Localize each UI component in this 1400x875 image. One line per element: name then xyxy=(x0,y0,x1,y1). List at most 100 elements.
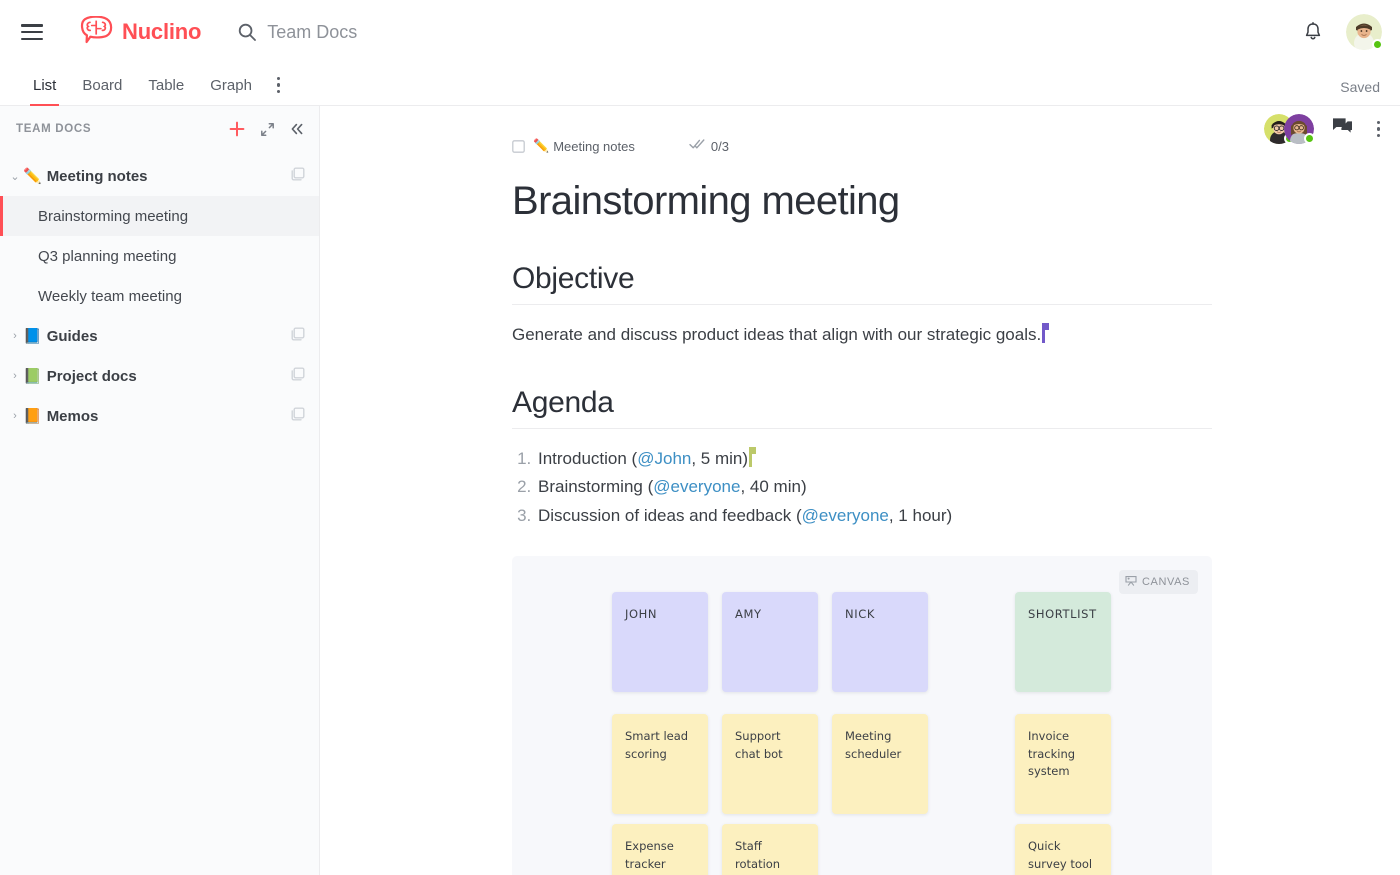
double-chevron-left-icon xyxy=(289,122,305,136)
sidebar-item-memos[interactable]: › 📙 Memos xyxy=(0,396,319,436)
mention-link[interactable]: @John xyxy=(637,449,691,468)
collaborator-cursor-green xyxy=(749,448,752,467)
sidebar-item-q3-planning-meeting[interactable]: Q3 planning meeting xyxy=(0,236,319,276)
nested-items-icon[interactable] xyxy=(291,167,305,186)
view-tab-bar: List Board Table Graph Saved xyxy=(0,64,1400,106)
blue-book-emoji-icon: 📘 xyxy=(23,329,42,344)
sidebar-actions xyxy=(228,120,305,138)
tab-graph[interactable]: Graph xyxy=(197,77,265,105)
agenda-text-prefix: Discussion of ideas and feedback ( xyxy=(538,506,802,525)
collapse-sidebar-button[interactable] xyxy=(289,122,305,136)
list-item[interactable]: Discussion of ideas and feedback (@every… xyxy=(536,502,1212,531)
view-more-button[interactable] xyxy=(265,77,293,106)
nuclino-brain-icon xyxy=(77,16,117,48)
sidebar-item-weekly-team-meeting[interactable]: Weekly team meeting xyxy=(0,276,319,316)
brand-name: Nuclino xyxy=(122,19,201,45)
sidebar-item-guides[interactable]: › 📘 Guides xyxy=(0,316,319,356)
page-title[interactable]: Brainstorming meeting xyxy=(512,178,1212,224)
bell-icon[interactable] xyxy=(1302,21,1324,43)
chevron-down-icon[interactable]: ⌄ xyxy=(8,170,22,183)
canvas-embed[interactable]: CANVAS JOHN AMY NICK SHORTLIST Smart lead sc… xyxy=(512,556,1212,875)
objective-paragraph[interactable]: Generate and discuss product ideas that … xyxy=(512,323,1045,348)
plus-icon xyxy=(228,120,246,138)
sidebar-title: TEAM DOCS xyxy=(16,123,228,135)
sticky-note[interactable]: SHORTLIST xyxy=(1015,592,1111,692)
mention-link[interactable]: @everyone xyxy=(802,506,889,525)
section-heading-agenda[interactable]: Agenda xyxy=(512,386,1212,429)
sticky-note[interactable]: Invoice tracking system xyxy=(1015,714,1111,814)
tab-table[interactable]: Table xyxy=(135,77,197,105)
task-progress-count: 0/3 xyxy=(711,139,729,154)
sidebar-item-label: Q3 planning meeting xyxy=(38,248,305,265)
chevron-right-icon[interactable]: › xyxy=(8,370,22,382)
green-book-emoji-icon: 📗 xyxy=(23,369,42,384)
top-bar: Nuclino Team Docs xyxy=(0,0,1400,64)
sticky-note-label: Quick survey tool xyxy=(1028,839,1092,870)
expand-icon xyxy=(260,122,275,137)
sticky-note-label: Staff rotation planner xyxy=(735,839,780,875)
sidebar-item-project-docs[interactable]: › 📗 Project docs xyxy=(0,356,319,396)
sticky-note[interactable]: NICK xyxy=(832,592,928,692)
task-progress[interactable]: 0/3 xyxy=(689,137,729,155)
sidebar-item-label: Weekly team meeting xyxy=(38,288,305,305)
agenda-list: Introduction (@John, 5 min) Brainstormin… xyxy=(512,445,1212,531)
agenda-text-suffix: , 1 hour) xyxy=(889,506,952,525)
collaborator-cursor-purple xyxy=(1042,324,1045,343)
list-item[interactable]: Brainstorming (@everyone, 40 min) xyxy=(536,473,1212,502)
sticky-note[interactable]: Smart lead scoring xyxy=(612,714,708,814)
list-item[interactable]: Introduction (@John, 5 min) xyxy=(536,445,1212,474)
kebab-menu-icon xyxy=(277,77,281,94)
save-status: Saved xyxy=(1340,79,1380,95)
nested-items-icon[interactable] xyxy=(291,407,305,426)
sticky-note[interactable]: Support chat bot xyxy=(722,714,818,814)
hamburger-menu-icon[interactable] xyxy=(21,24,43,40)
sticky-note-label: Expense tracker xyxy=(625,839,674,870)
double-check-icon xyxy=(689,137,705,155)
agenda-text-prefix: Brainstorming ( xyxy=(538,477,653,496)
nested-items-icon[interactable] xyxy=(291,327,305,346)
sticky-note-label: Invoice tracking system xyxy=(1028,729,1075,778)
document-content: ✏️ Meeting notes 0/3 Brainstorming meeti… xyxy=(512,106,1212,875)
orange-book-emoji-icon: 📙 xyxy=(23,409,42,424)
sidebar-item-label: Memos xyxy=(47,408,291,425)
mention-link[interactable]: @everyone xyxy=(653,477,740,496)
sticky-note[interactable]: Staff rotation planner xyxy=(722,824,818,875)
sticky-note-label: AMY xyxy=(735,607,762,621)
sticky-note-label: JOHN xyxy=(625,607,657,621)
add-item-button[interactable] xyxy=(228,120,246,138)
sidebar: TEAM DOCS ⌄ ✏️ xyxy=(0,106,320,875)
agenda-text-suffix: , 5 min) xyxy=(691,449,748,468)
brand-logo-link[interactable]: Nuclino xyxy=(77,16,201,48)
canvas-badge: CANVAS xyxy=(1119,570,1198,594)
sticky-note[interactable]: Quick survey tool xyxy=(1015,824,1111,875)
sidebar-item-label: Project docs xyxy=(47,368,291,385)
sidebar-header: TEAM DOCS xyxy=(0,106,319,152)
chevron-right-icon[interactable]: › xyxy=(8,410,22,422)
sticky-note-label: Meeting scheduler xyxy=(845,729,901,760)
view-tabs: List Board Table Graph xyxy=(20,77,292,106)
canvas-badge-label: CANVAS xyxy=(1142,576,1190,588)
tab-board[interactable]: Board xyxy=(69,77,135,105)
sticky-note-label: Support chat bot xyxy=(735,729,783,760)
document-item-icon[interactable] xyxy=(512,140,525,153)
document-area: ✏️ Meeting notes 0/3 Brainstorming meeti… xyxy=(320,106,1400,875)
search-icon xyxy=(237,22,257,42)
sticky-note-label: Smart lead scoring xyxy=(625,729,688,760)
agenda-text-suffix: , 40 min) xyxy=(740,477,806,496)
breadcrumb-parent-label[interactable]: Meeting notes xyxy=(553,139,635,154)
avatar[interactable] xyxy=(1346,14,1382,50)
search-input[interactable]: Team Docs xyxy=(237,22,357,43)
sidebar-item-brainstorming-meeting[interactable]: Brainstorming meeting xyxy=(0,196,319,236)
nested-items-icon[interactable] xyxy=(291,367,305,386)
sticky-note[interactable]: AMY xyxy=(722,592,818,692)
expand-button[interactable] xyxy=(260,122,275,137)
sticky-note[interactable]: JOHN xyxy=(612,592,708,692)
sticky-note[interactable]: Expense tracker xyxy=(612,824,708,875)
sidebar-item-meeting-notes[interactable]: ⌄ ✏️ Meeting notes xyxy=(0,156,319,196)
pencil-emoji-icon: ✏️ xyxy=(23,169,42,184)
tab-list[interactable]: List xyxy=(20,77,69,105)
chevron-right-icon[interactable]: › xyxy=(8,330,22,342)
sidebar-item-label: Guides xyxy=(47,328,291,345)
sticky-note[interactable]: Meeting scheduler xyxy=(832,714,928,814)
section-heading-objective[interactable]: Objective xyxy=(512,262,1212,305)
